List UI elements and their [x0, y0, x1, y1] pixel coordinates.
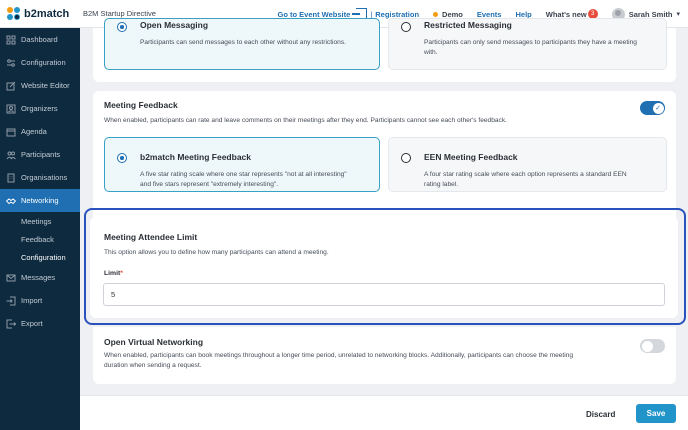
- restricted-messaging-option[interactable]: Restricted Messaging Participants can on…: [388, 18, 667, 70]
- edit-icon: [6, 81, 16, 91]
- een-feedback-desc-1: A four star rating scale where each opti…: [424, 171, 627, 178]
- sliders-icon: [6, 58, 16, 68]
- calendar-icon: [6, 127, 16, 137]
- sidebar-item-organisations[interactable]: Organisations: [0, 166, 80, 189]
- sidebar-item-organizers[interactable]: Organizers: [0, 97, 80, 120]
- sidebar-item-label: Export: [21, 319, 43, 328]
- een-feedback-option[interactable]: EEN Meeting Feedback A four star rating …: [388, 137, 667, 192]
- sidebar-item-import[interactable]: Import: [0, 289, 80, 312]
- sidebar-item-agenda[interactable]: Agenda: [0, 120, 80, 143]
- virtual-networking-desc-1: When enabled, participants can book meet…: [104, 352, 574, 359]
- virtual-networking-toggle[interactable]: [640, 339, 665, 353]
- sidebar-item-export[interactable]: Export: [0, 312, 80, 335]
- save-button[interactable]: Save: [636, 404, 676, 423]
- export-icon: [6, 319, 16, 329]
- messaging-card: Open Messaging Participants can send mes…: [93, 18, 676, 82]
- sidebar-item-label: Messages: [21, 273, 56, 282]
- open-messaging-option[interactable]: Open Messaging Participants can send mes…: [104, 18, 380, 70]
- een-feedback-radio[interactable]: [401, 153, 411, 163]
- logo-text: b2match: [24, 7, 70, 20]
- demo-status-dot-icon: [433, 11, 439, 17]
- b2match-feedback-radio[interactable]: [117, 153, 127, 163]
- sidebar-item-label: Organizers: [21, 104, 58, 113]
- footer-bar: Discard Save: [80, 395, 688, 430]
- restricted-messaging-title: Restricted Messaging: [424, 20, 512, 30]
- sidebar-item-label: Organisations: [21, 173, 68, 182]
- restricted-messaging-desc-2: with.: [424, 49, 438, 56]
- virtual-networking-desc-2: duration when sending a request.: [104, 362, 202, 369]
- sidebar-item-label: Networking: [21, 196, 59, 205]
- sidebar-subitem-configuration[interactable]: Configuration: [0, 248, 80, 266]
- open-messaging-desc: Participants can send messages to each o…: [140, 39, 346, 46]
- sidebar-subitem-feedback[interactable]: Feedback: [0, 230, 80, 248]
- virtual-networking-title: Open Virtual Networking: [104, 337, 204, 347]
- b2match-logo-icon: [7, 7, 20, 20]
- sidebar-item-networking[interactable]: Networking: [0, 189, 80, 212]
- een-feedback-desc-2: rating label.: [424, 181, 459, 188]
- restricted-messaging-radio[interactable]: [401, 22, 411, 32]
- sidebar-item-participants[interactable]: Participants: [0, 143, 80, 166]
- virtual-networking-card: Open Virtual Networking When enabled, pa…: [93, 327, 676, 384]
- sidebar: Dashboard Configuration Website Editor O…: [0, 28, 80, 430]
- highlight-frame: [84, 208, 686, 325]
- import-icon: [6, 296, 16, 306]
- people-icon: [6, 150, 16, 160]
- b2match-feedback-desc-1: A five star rating scale where one star …: [140, 171, 347, 178]
- mail-icon: [6, 273, 16, 283]
- sidebar-item-messages[interactable]: Messages: [0, 266, 80, 289]
- b2match-feedback-option[interactable]: b2match Meeting Feedback A five star rat…: [104, 137, 380, 192]
- meeting-feedback-toggle[interactable]: [640, 101, 665, 115]
- sidebar-item-website-editor[interactable]: Website Editor: [0, 74, 80, 97]
- event-name: B2M Startup Directive: [83, 9, 156, 18]
- open-messaging-title: Open Messaging: [140, 20, 209, 30]
- meeting-feedback-title: Meeting Feedback: [104, 100, 178, 110]
- sidebar-item-configuration[interactable]: Configuration: [0, 51, 80, 74]
- sidebar-item-dashboard[interactable]: Dashboard: [0, 28, 80, 51]
- users-icon: [6, 104, 16, 114]
- sidebar-item-label: Participants: [21, 150, 61, 159]
- building-icon: [6, 173, 16, 183]
- sidebar-item-label: Import: [21, 296, 43, 305]
- main-content: Open Messaging Participants can send mes…: [80, 18, 688, 430]
- meeting-feedback-desc: When enabled, participants can rate and …: [104, 117, 507, 124]
- b2match-feedback-desc-2: and five stars represent "extremely inte…: [140, 181, 279, 188]
- logo[interactable]: b2match: [0, 0, 80, 28]
- handshake-icon: [6, 196, 16, 206]
- restricted-messaging-desc-1: Participants can only send messages to p…: [424, 39, 637, 46]
- sidebar-item-label: Website Editor: [21, 81, 70, 90]
- sidebar-subitem-meetings[interactable]: Meetings: [0, 212, 80, 230]
- discard-button[interactable]: Discard: [586, 406, 615, 422]
- grid-icon: [6, 35, 16, 45]
- een-feedback-title: EEN Meeting Feedback: [424, 152, 518, 162]
- chevron-down-icon[interactable]: ▾: [676, 10, 680, 18]
- sidebar-item-label: Dashboard: [21, 35, 58, 44]
- open-messaging-radio[interactable]: [117, 22, 127, 32]
- b2match-feedback-title: b2match Meeting Feedback: [140, 152, 252, 162]
- sidebar-item-label: Agenda: [21, 127, 47, 136]
- sidebar-item-label: Configuration: [21, 58, 66, 67]
